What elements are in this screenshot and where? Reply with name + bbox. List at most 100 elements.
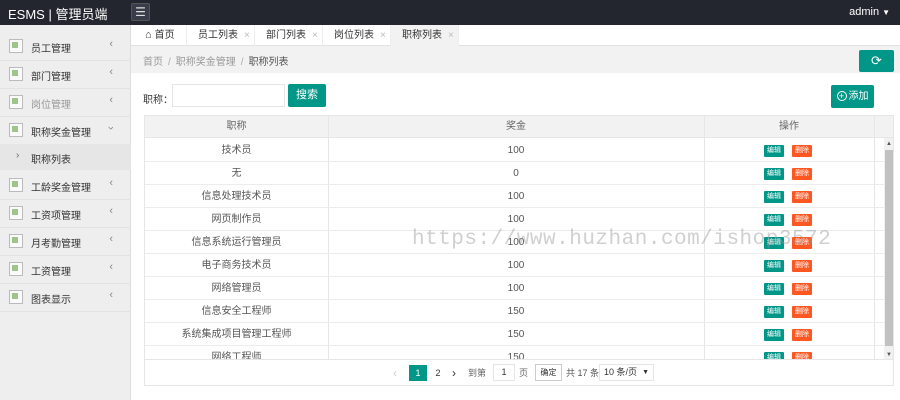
edit-button[interactable]: 编辑 xyxy=(764,168,784,180)
broken-image-icon xyxy=(9,39,23,53)
page-size-select[interactable]: 10 条/页 ▼ xyxy=(599,364,654,381)
delete-button[interactable]: 删除 xyxy=(792,191,812,203)
edit-button[interactable]: 编辑 xyxy=(764,329,784,341)
scroll-down-icon[interactable]: ▼ xyxy=(884,350,893,359)
edit-button[interactable]: 编辑 xyxy=(764,306,784,318)
refresh-icon: ⟳ xyxy=(871,53,882,68)
breadcrumb-separator: / xyxy=(168,57,171,68)
column-header-actions: 操作 xyxy=(779,121,799,132)
cell-title: 网页制作员 xyxy=(211,214,262,225)
cell-bonus: 100 xyxy=(507,283,525,294)
delete-button[interactable]: 删除 xyxy=(792,168,812,180)
column-header-title: 职称 xyxy=(226,121,247,132)
cell-title: 网络工程师 xyxy=(211,352,262,360)
pagination: ‹ 1 2 › 到第 1 页 确定 共 17 条 10 条/页 ▼ xyxy=(144,360,894,386)
delete-button[interactable]: 删除 xyxy=(792,352,812,359)
chevron-left-icon: ‹ xyxy=(109,205,113,217)
cell-bonus: 150 xyxy=(507,329,525,340)
chevron-right-icon: › xyxy=(16,150,20,161)
edit-button[interactable]: 编辑 xyxy=(764,283,784,295)
refresh-button[interactable]: ⟳ xyxy=(859,50,894,72)
edit-button[interactable]: 编辑 xyxy=(764,191,784,203)
breadcrumb-item-title-bonus[interactable]: 职称奖金管理 xyxy=(176,57,236,68)
filter-label: 职称： xyxy=(143,95,173,106)
tab-label: 岗位列表 xyxy=(334,30,374,41)
sidebar-item-label: 工资项管理 xyxy=(31,211,81,222)
tab-employee-list[interactable]: 员工列表 × xyxy=(187,25,255,46)
scroll-up-icon[interactable]: ▲ xyxy=(884,139,893,149)
tab-department-list[interactable]: 部门列表 × xyxy=(255,25,323,46)
tab-position-list[interactable]: 岗位列表 × xyxy=(323,25,391,46)
table-row: 信息安全工程师 150 编辑 删除 xyxy=(145,300,885,323)
chevron-left-icon: ‹ xyxy=(109,261,113,273)
sidebar-item-label: 员工管理 xyxy=(31,44,71,55)
sidebar-item-position[interactable]: 岗位管理 ‹ xyxy=(0,88,131,116)
goto-page-input[interactable]: 1 xyxy=(493,364,515,381)
chevron-left-icon: ‹ xyxy=(109,66,113,78)
add-button[interactable]: + 添加 xyxy=(831,85,874,108)
sidebar-item-salary[interactable]: 工资管理 ‹ xyxy=(0,255,131,283)
breadcrumb: 首页 / 职称奖金管理 / 职称列表 xyxy=(143,53,289,68)
delete-button[interactable]: 删除 xyxy=(792,306,812,318)
sidebar-item-department[interactable]: 部门管理 ‹ xyxy=(0,60,131,88)
cell-bonus: 0 xyxy=(513,168,519,179)
delete-button[interactable]: 删除 xyxy=(792,214,812,226)
tab-title-list[interactable]: 职称列表 × xyxy=(391,25,459,46)
chevron-left-icon: ‹ xyxy=(109,94,113,106)
edit-button[interactable]: 编辑 xyxy=(764,145,784,157)
sidebar-item-seniority-bonus[interactable]: 工龄奖金管理 ‹ xyxy=(0,171,131,199)
sidebar-item-salary-items[interactable]: 工资项管理 ‹ xyxy=(0,199,131,227)
broken-image-icon xyxy=(9,234,23,248)
sidebar-item-title-bonus[interactable]: 职称奖金管理 ‹ xyxy=(0,116,131,144)
chevron-left-icon: ‹ xyxy=(109,177,113,189)
delete-button[interactable]: 删除 xyxy=(792,237,812,249)
cell-title: 电子商务技术员 xyxy=(201,260,272,271)
sidebar-subitem-title-list[interactable]: › 职称列表 xyxy=(0,144,131,170)
cell-bonus: 100 xyxy=(507,214,525,225)
edit-button[interactable]: 编辑 xyxy=(764,214,784,226)
scrollbar-thumb[interactable] xyxy=(885,150,893,346)
title-table: 职称 奖金 操作 技术员 100 编辑 删除 无 0 编辑 删除 信息处理技术员… xyxy=(144,115,894,360)
page-button-2[interactable]: 2 xyxy=(429,365,447,381)
total-count: 共 17 条 xyxy=(566,368,600,378)
breadcrumb-separator: / xyxy=(240,57,244,68)
cell-bonus: 100 xyxy=(507,260,525,271)
cell-bonus: 150 xyxy=(507,352,525,360)
page-button-1[interactable]: 1 xyxy=(409,365,427,381)
sidebar-item-label: 工龄奖金管理 xyxy=(31,183,91,194)
close-icon[interactable]: × xyxy=(244,30,250,41)
delete-button[interactable]: 删除 xyxy=(792,329,812,341)
next-page-icon[interactable]: › xyxy=(452,365,456,381)
sidebar-item-label: 部门管理 xyxy=(31,72,71,83)
user-menu[interactable]: admin ▼ xyxy=(849,6,890,18)
tab-home[interactable]: ⌂ 首页 xyxy=(131,25,187,46)
close-icon[interactable]: × xyxy=(312,30,318,41)
sidebar-item-charts[interactable]: 图表显示 ‹ xyxy=(0,283,131,311)
breadcrumb-item-current: 职称列表 xyxy=(248,57,289,68)
table-row: 技术员 100 编辑 删除 xyxy=(145,139,885,162)
sidebar-subitem-label: 职称列表 xyxy=(31,155,71,166)
tab-label: 职称列表 xyxy=(402,30,442,41)
goto-confirm-button[interactable]: 确定 xyxy=(535,364,562,381)
search-button[interactable]: 搜索 xyxy=(288,84,326,107)
delete-button[interactable]: 删除 xyxy=(792,145,812,157)
table-scrollbar[interactable]: ▲ ▼ xyxy=(884,138,893,359)
title-search-input[interactable] xyxy=(172,84,285,107)
delete-button[interactable]: 删除 xyxy=(792,283,812,295)
prev-page-icon[interactable]: ‹ xyxy=(393,365,397,381)
edit-button[interactable]: 编辑 xyxy=(764,352,784,359)
close-icon[interactable]: × xyxy=(380,30,386,41)
sidebar-item-attendance[interactable]: 月考勤管理 ‹ xyxy=(0,227,131,255)
sidebar-item-employee[interactable]: 员工管理 ‹ xyxy=(0,32,131,60)
broken-image-icon xyxy=(9,178,23,192)
edit-button[interactable]: 编辑 xyxy=(764,237,784,249)
sidebar-item-label: 月考勤管理 xyxy=(31,239,81,250)
close-icon[interactable]: × xyxy=(448,30,454,41)
menu-toggle-icon[interactable]: ☰ xyxy=(131,3,150,21)
delete-button[interactable]: 删除 xyxy=(792,260,812,272)
edit-button[interactable]: 编辑 xyxy=(764,260,784,272)
sidebar-item-label: 职称奖金管理 xyxy=(31,128,91,139)
sidebar-item-label: 图表显示 xyxy=(31,295,71,306)
breadcrumb-item-home[interactable]: 首页 xyxy=(143,57,163,68)
page-size-value: 10 条/页 xyxy=(604,367,638,377)
